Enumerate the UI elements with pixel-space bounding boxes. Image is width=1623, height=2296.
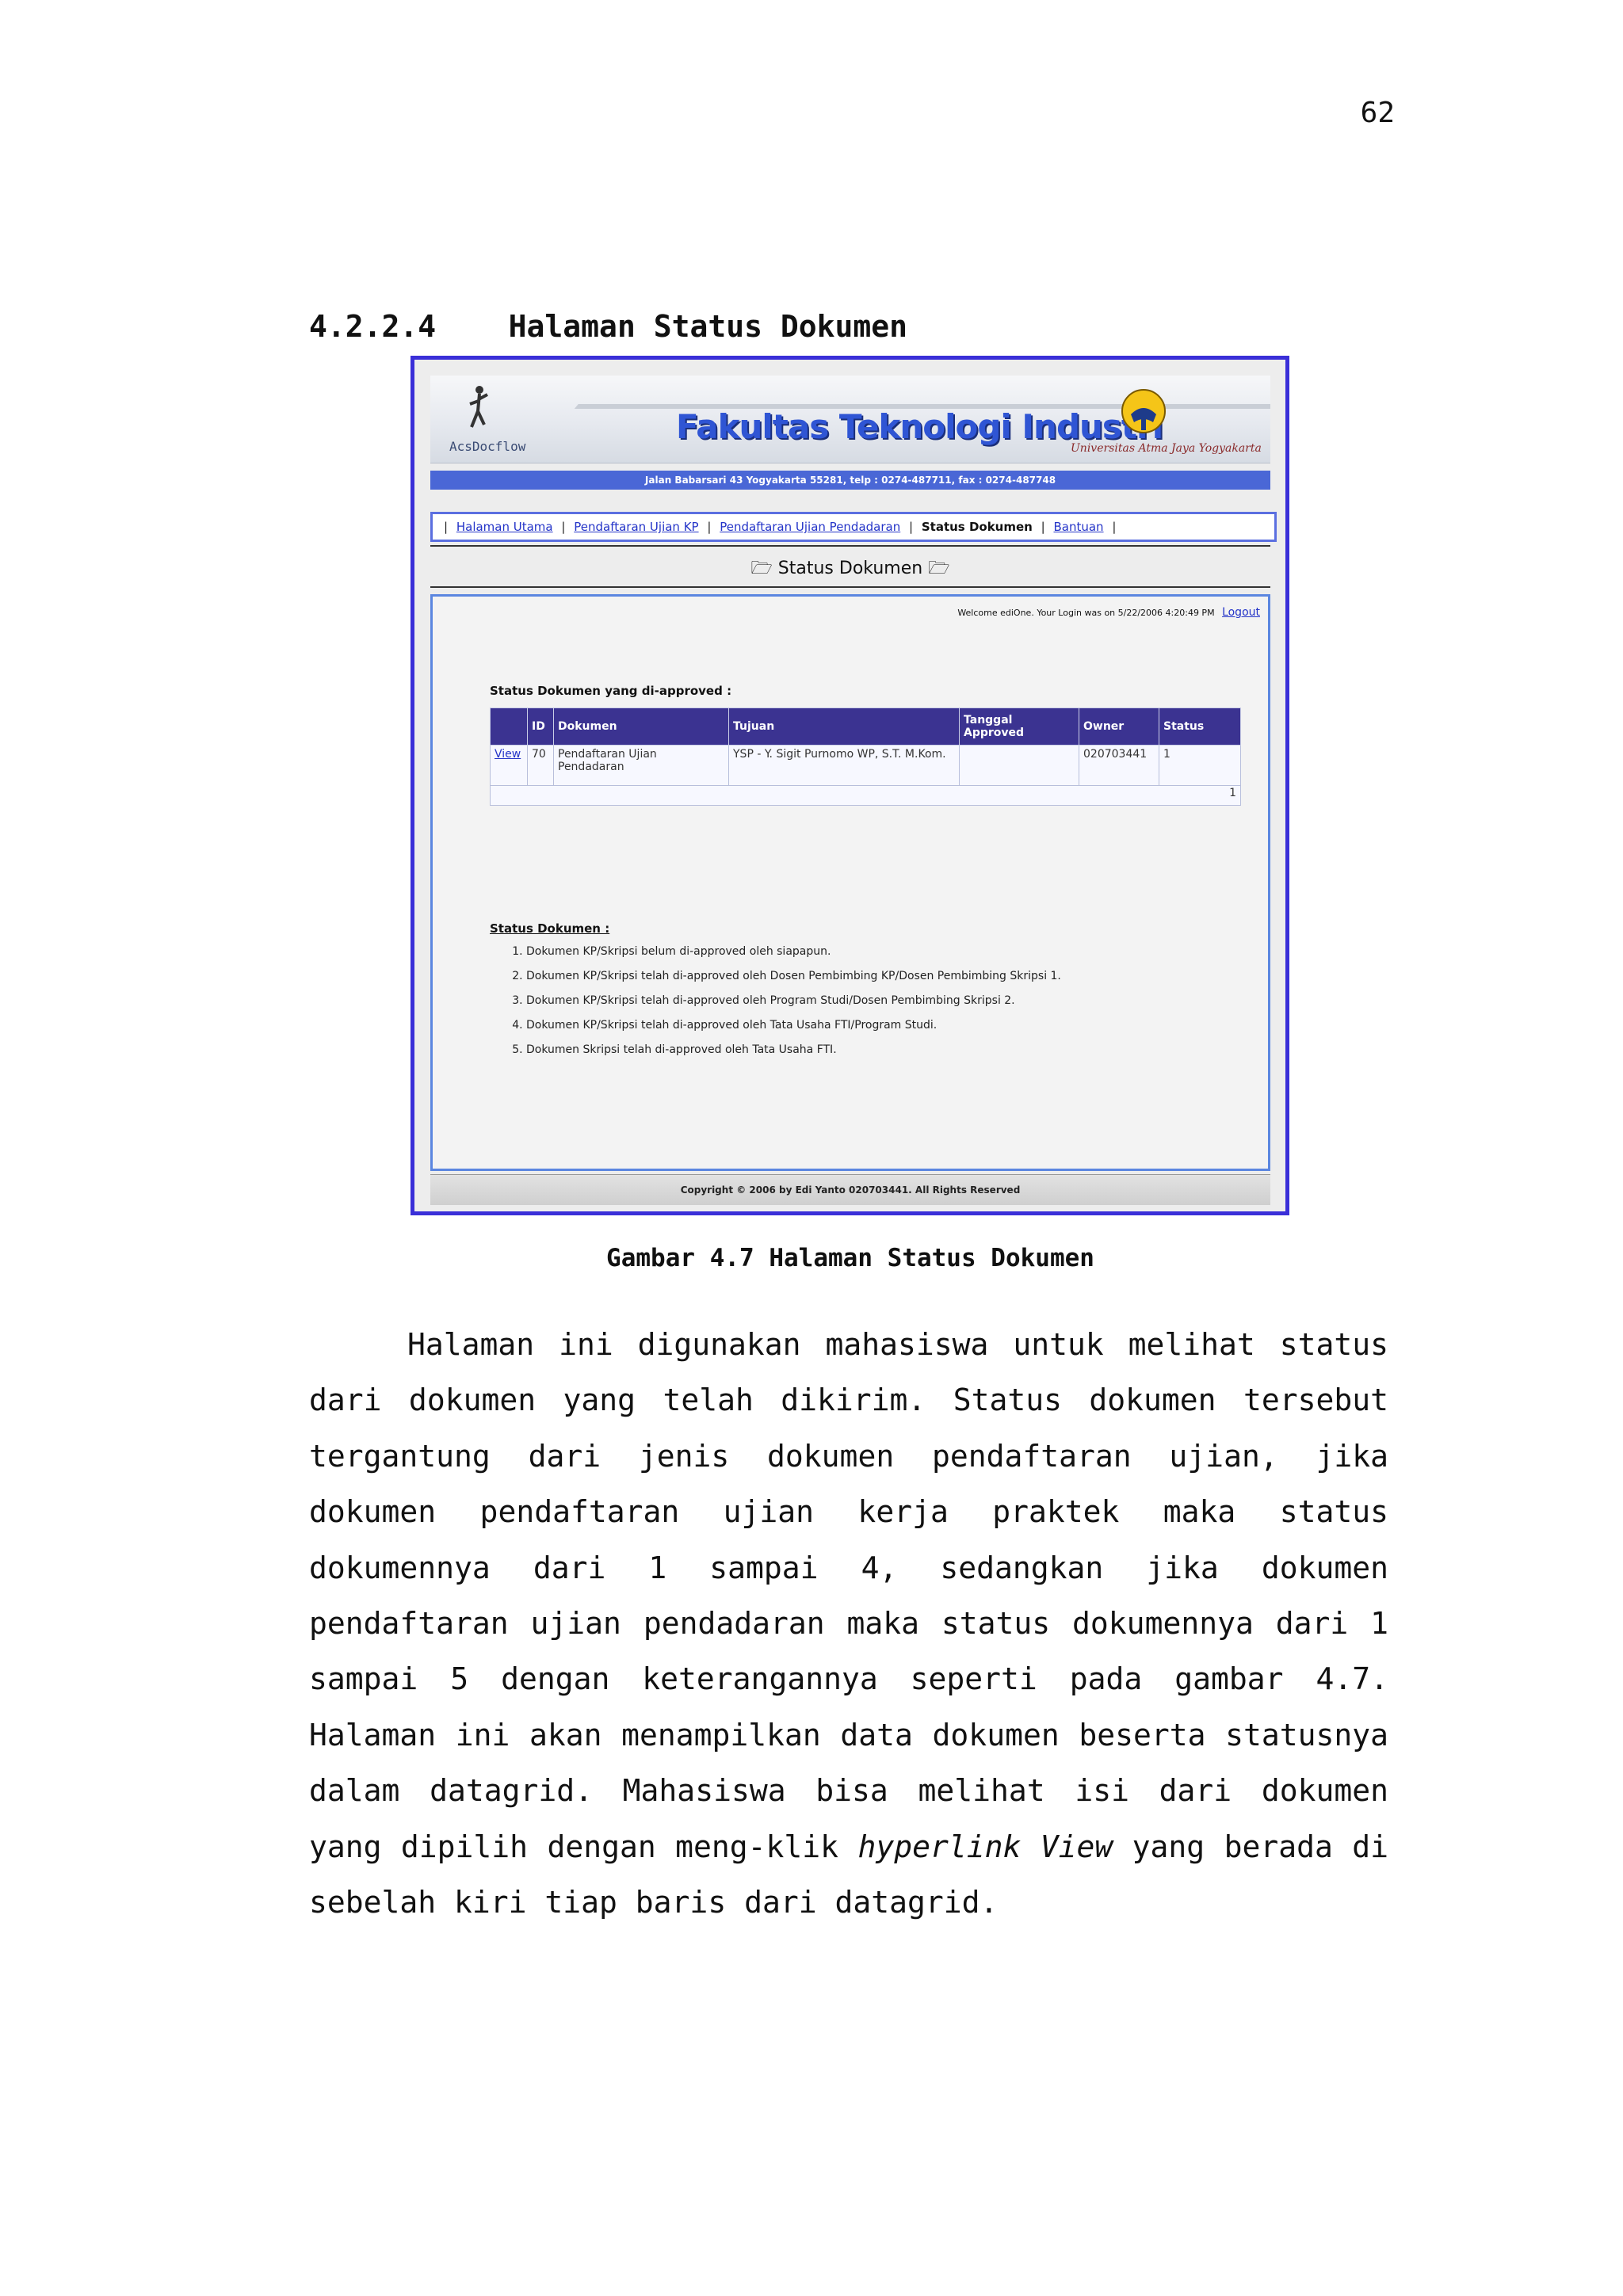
cell-view: View [490,745,528,786]
table-header-row: ID Dokumen Tujuan Tanggal Approved Owner… [490,707,1241,746]
table-row: View 70 Pendaftaran Ujian Pendadaran YSP… [490,745,1241,786]
screenshot-figure: AcsDocflow Fakultas Teknologi Industri U… [411,356,1289,1215]
nav-status-dokumen[interactable]: Status Dokumen [922,520,1033,534]
figure-caption: Gambar 4.7 Halaman Status Dokumen [606,1244,1094,1272]
approved-title: Status Dokumen yang di-approved : [490,684,732,698]
col-header-id: ID [527,707,554,746]
address-bar: Jalan Babarsari 43 Yogyakarta 55281, tel… [430,471,1270,490]
list-item: Dokumen KP/Skripsi belum di-approved ole… [526,945,1061,970]
copyright-bar: Copyright © 2006 by Edi Yanto 020703441.… [430,1174,1270,1205]
page-number: 62 [1360,97,1395,129]
university-logo-icon [1121,389,1166,433]
welcome-line: Welcome ediOne. Your Login was on 5/22/2… [957,606,1260,619]
cell-id: 70 [527,745,554,786]
cell-tanggal-approved [959,745,1079,786]
divider-top [430,545,1270,547]
section-heading: 4.2.2.4 Halaman Status Dokumen [309,309,907,344]
university-name: Universitas Atma Jaya Yogyakarta [1071,442,1262,455]
faculty-title: Fakultas Teknologi Industri [676,407,1163,446]
divider-bottom [430,586,1270,588]
list-item: Dokumen KP/Skripsi telah di-approved ole… [526,1019,1061,1043]
list-item: Dokumen KP/Skripsi telah di-approved ole… [526,994,1061,1019]
nav-pendaftaran-ujian-kp[interactable]: Pendaftaran Ujian KP [574,520,698,534]
legend-title: Status Dokumen : [490,921,610,936]
nav-bar: | Halaman Utama | Pendaftaran Ujian KP |… [430,512,1277,542]
content-panel: Welcome ediOne. Your Login was on 5/22/2… [430,594,1270,1171]
pager-row: 1 [490,785,1241,806]
climber-icon [469,386,488,428]
body-paragraph: Halaman ini digunakan mahasiswa untuk me… [309,1317,1388,1930]
col-header-status: Status [1159,707,1241,746]
pager-page-1[interactable]: 1 [490,785,1241,806]
list-item: Dokumen Skripsi telah di-approved oleh T… [526,1043,1061,1068]
col-header-owner: Owner [1079,707,1159,746]
brand-small-label: AcsDocflow [449,439,526,454]
list-item: Dokumen KP/Skripsi telah di-approved ole… [526,970,1061,994]
status-datagrid: ID Dokumen Tujuan Tanggal Approved Owner… [490,707,1241,806]
cell-dokumen: Pendaftaran Ujian Pendadaran [553,745,729,786]
page-subtitle-text: Status Dokumen [777,559,923,578]
col-header-dokumen: Dokumen [553,707,729,746]
nav-pendaftaran-ujian-pendadaran[interactable]: Pendaftaran Ujian Pendadaran [720,520,900,534]
cell-status: 1 [1159,745,1241,786]
folder-icon: 🗁 [928,559,950,578]
folder-icon: 🗁 [750,559,773,578]
col-header-view [490,707,528,746]
site-banner: AcsDocflow Fakultas Teknologi Industri U… [430,376,1270,463]
page-subtitle: 🗁 Status Dokumen 🗁 [430,555,1270,585]
col-header-tujuan: Tujuan [728,707,960,746]
section-title: Halaman Status Dokumen [508,309,907,344]
paragraph-part-1: Halaman ini digunakan mahasiswa untuk me… [309,1327,1388,1864]
nav-bantuan[interactable]: Bantuan [1053,520,1103,534]
paragraph-italic: hyperlink View [857,1829,1113,1864]
status-legend-list: Dokumen KP/Skripsi belum di-approved ole… [504,945,1061,1068]
nav-halaman-utama[interactable]: Halaman Utama [456,520,553,534]
logout-link[interactable]: Logout [1222,606,1260,619]
cell-tujuan: YSP - Y. Sigit Purnomo WP, S.T. M.Kom. [728,745,960,786]
view-link[interactable]: View [495,748,521,761]
section-number: 4.2.2.4 [309,309,437,344]
welcome-text: Welcome ediOne. Your Login was on 5/22/2… [957,608,1215,618]
cell-owner: 020703441 [1079,745,1159,786]
col-header-tanggal-approved: Tanggal Approved [959,707,1079,746]
